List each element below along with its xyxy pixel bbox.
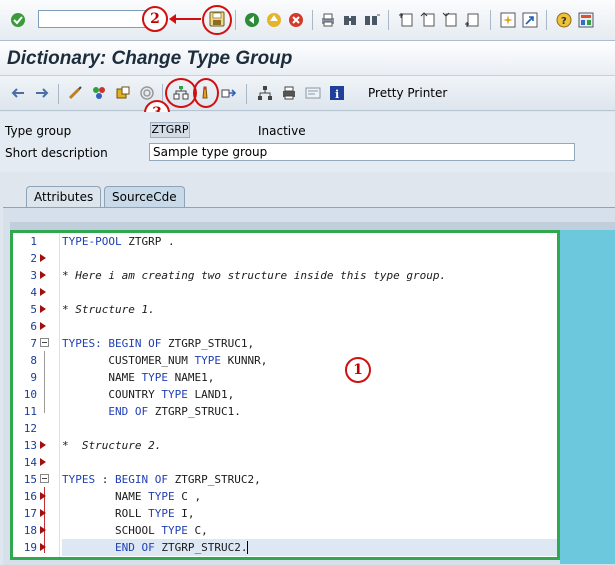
code-line-13: 13 * Structure 2. xyxy=(23,439,162,452)
print-source-icon[interactable] xyxy=(280,84,298,102)
type-group-label: Type group xyxy=(5,124,72,138)
code-line-18: 18 SCHOOL TYPE C, xyxy=(23,524,208,537)
source-code-editor[interactable]: 1 TYPE-POOL ZTGRP . 2 3 * Here i am crea… xyxy=(10,230,560,560)
code-line-17: 17 ROLL TYPE I, xyxy=(23,507,195,520)
tab-source-code[interactable]: SourceCde xyxy=(104,186,185,207)
new-session-icon[interactable] xyxy=(500,12,516,28)
line-arrow-icon xyxy=(40,304,50,314)
code-line-8: 8 CUSTOMER_NUM TYPE KUNNR, xyxy=(30,354,268,367)
editor-header xyxy=(10,222,615,230)
callout-1: 1 xyxy=(345,357,371,383)
hierarchy-icon[interactable] xyxy=(256,84,274,102)
fold-toggle-icon[interactable] xyxy=(40,338,50,348)
short-description-label: Short description xyxy=(5,146,108,160)
other-object-icon[interactable] xyxy=(90,84,108,102)
find-icon[interactable] xyxy=(342,12,358,28)
display-change-icon[interactable] xyxy=(66,84,84,102)
line-arrow-icon xyxy=(40,321,50,331)
svg-text:i: i xyxy=(335,88,339,101)
callout-2: 2 xyxy=(142,6,168,32)
code-line-3: 3 * Here i am creating two structure ins… xyxy=(30,269,447,282)
header-fields xyxy=(0,112,615,172)
svg-text:?: ? xyxy=(561,16,567,27)
active-inactive-icon[interactable] xyxy=(114,84,132,102)
line-arrow-icon xyxy=(40,287,50,297)
code-line-4: 4 xyxy=(13,284,557,301)
tab-strip: Attributes SourceCde xyxy=(0,186,615,208)
enter-icon[interactable] xyxy=(10,12,26,28)
layout-icon[interactable] xyxy=(578,12,594,28)
short-description-field[interactable]: Sample type group xyxy=(149,143,575,161)
shortcut-icon[interactable] xyxy=(522,12,538,28)
code-line-2: 2 xyxy=(13,250,557,267)
save-highlight-circle xyxy=(202,5,232,35)
callout-arrow xyxy=(169,14,201,24)
tab-attributes[interactable]: Attributes xyxy=(26,186,102,207)
cancel-icon[interactable] xyxy=(288,12,304,28)
pretty-printer-button[interactable]: Pretty Printer xyxy=(368,86,447,100)
activate-highlight-circle xyxy=(193,78,219,108)
first-page-icon[interactable] xyxy=(398,12,414,28)
page-title: Dictionary: Change Type Group xyxy=(7,48,293,69)
fold-toggle-icon[interactable] xyxy=(40,474,50,484)
info-icon[interactable]: i xyxy=(328,84,346,102)
line-arrow-icon xyxy=(40,525,50,535)
code-line-15: 15 TYPES : BEGIN OF ZTGRP_STRUC2, xyxy=(23,473,261,486)
exit-icon[interactable] xyxy=(266,12,282,28)
code-line-12: 12 xyxy=(23,422,37,435)
line-arrow-icon xyxy=(40,440,50,450)
forward-arrow-icon[interactable] xyxy=(33,84,51,102)
line-arrow-icon xyxy=(40,270,50,280)
status-text: Inactive xyxy=(258,124,306,138)
pattern-icon[interactable] xyxy=(304,84,322,102)
system-toolbar: ? xyxy=(0,0,615,41)
code-line-9: 9 NAME TYPE NAME1, xyxy=(30,371,215,384)
code-line-5: 5 * Structure 1. xyxy=(30,303,155,316)
code-line-11: 11 END OF ZTGRP_STRUC1. xyxy=(23,405,241,418)
application-toolbar: i Pretty Printer xyxy=(0,76,615,111)
back-icon[interactable] xyxy=(244,12,260,28)
editor-side-area xyxy=(560,230,615,564)
line-arrow-icon xyxy=(40,542,50,552)
code-line-7: 7 TYPES: BEGIN OF ZTGRP_STRUC1, xyxy=(30,337,255,350)
print-icon[interactable] xyxy=(320,12,336,28)
code-line-14: 14 xyxy=(13,454,557,471)
code-line-10: 10 COUNTRY TYPE LAND1, xyxy=(23,388,235,401)
line-arrow-icon xyxy=(40,253,50,263)
prev-page-icon[interactable] xyxy=(420,12,436,28)
code-line-6: 6 xyxy=(13,318,557,335)
help-icon[interactable]: ? xyxy=(556,12,572,28)
code-line-19: 19 END OF ZTGRP_STRUC2. xyxy=(13,539,557,556)
type-group-field: ZTGRP xyxy=(150,122,190,138)
last-page-icon[interactable] xyxy=(464,12,480,28)
line-arrow-icon xyxy=(40,457,50,467)
find-next-icon[interactable] xyxy=(364,12,380,28)
navigate-icon[interactable] xyxy=(220,84,238,102)
title-bar: Dictionary: Change Type Group xyxy=(0,41,615,76)
next-page-icon[interactable] xyxy=(442,12,458,28)
code-line-16: 16 NAME TYPE C , xyxy=(23,490,202,503)
line-arrow-icon xyxy=(40,508,50,518)
line-arrow-icon xyxy=(40,491,50,501)
back-arrow-icon[interactable] xyxy=(9,84,27,102)
code-line-1: 1 TYPE-POOL ZTGRP . xyxy=(30,235,175,248)
